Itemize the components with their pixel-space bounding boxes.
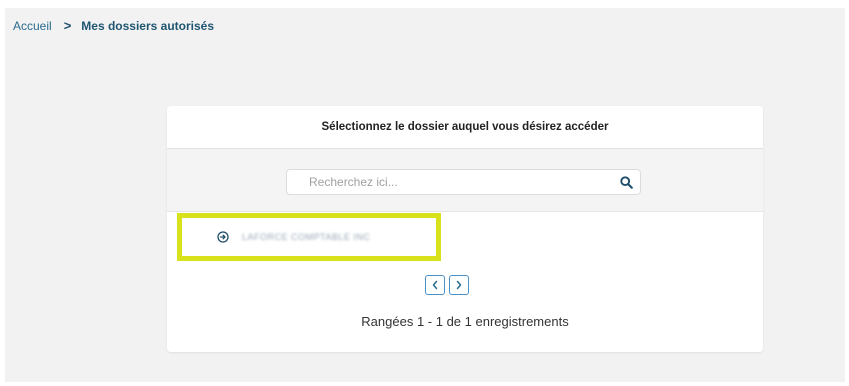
card-title: Sélectionnez le dossier auquel vous dési…: [167, 106, 763, 149]
search-box: [286, 169, 641, 195]
breadcrumb-current: Mes dossiers autorisés: [81, 18, 215, 33]
search-icon: [619, 175, 633, 189]
chevron-right-icon: [456, 280, 462, 290]
folder-selection-card: Sélectionnez le dossier auquel vous dési…: [167, 106, 763, 352]
folder-list-item[interactable]: LAFORCE COMPTABLE INC: [182, 230, 370, 244]
folder-name[interactable]: LAFORCE COMPTABLE INC: [242, 232, 370, 242]
search-button[interactable]: [612, 170, 640, 194]
search-input[interactable]: [287, 169, 612, 195]
next-page-button[interactable]: [449, 275, 469, 295]
breadcrumb-separator: >: [63, 18, 72, 33]
breadcrumb: Accueil > Mes dossiers autorisés: [13, 18, 214, 33]
breadcrumb-home-link[interactable]: Accueil: [13, 19, 52, 33]
search-section: [167, 149, 763, 212]
pagination-controls: [425, 275, 469, 295]
previous-page-button[interactable]: [425, 275, 445, 295]
chevron-left-icon: [432, 280, 438, 290]
app-window: Accueil > Mes dossiers autorisés Sélecti…: [5, 8, 845, 382]
records-summary: Rangées 1 - 1 de 1 enregistrements: [361, 314, 569, 329]
arrow-circle-right-icon: [216, 230, 230, 244]
highlight-box: LAFORCE COMPTABLE INC: [177, 213, 441, 261]
